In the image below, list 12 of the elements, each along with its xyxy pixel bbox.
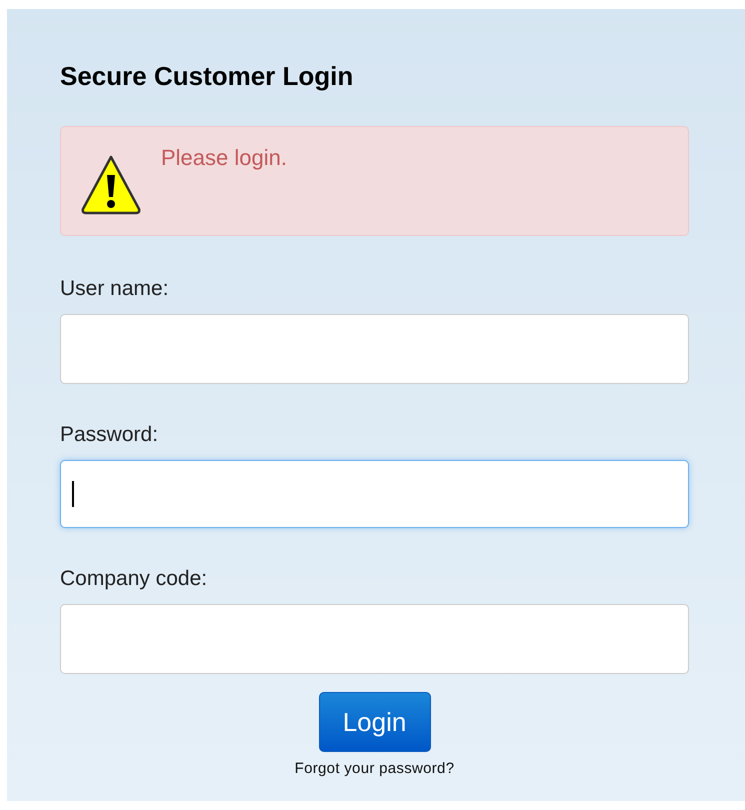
alert-message: Please login. [161,145,287,171]
input-field[interactable] [60,604,689,674]
field-label: Company code: [60,566,208,592]
forgot-password-link[interactable]: Forgot your password? [294,760,454,777]
login-title: Secure Customer Login [60,60,354,93]
text-cursor [72,481,74,507]
field-label: User name: [60,276,170,302]
field-label: Password: [60,422,160,448]
input-field[interactable] [60,460,689,528]
input-field[interactable] [60,314,689,384]
warning-icon [79,153,143,217]
login-button[interactable]: Login [318,692,430,752]
